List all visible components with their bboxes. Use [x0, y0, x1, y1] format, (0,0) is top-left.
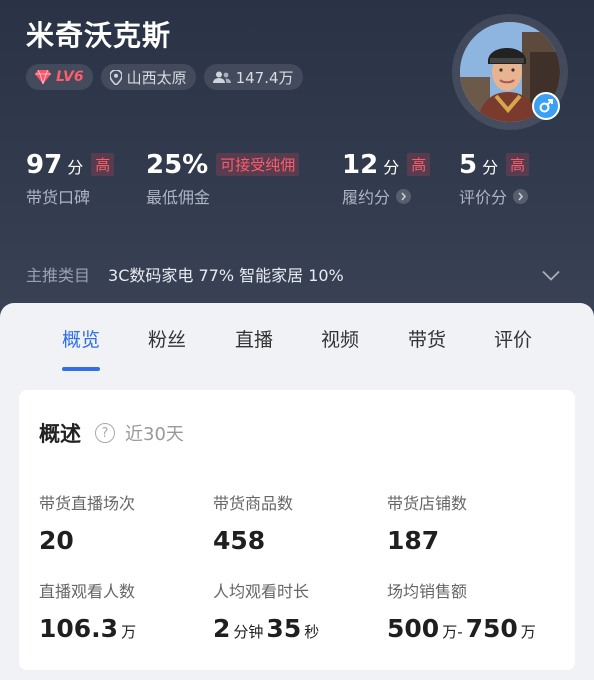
- tab-fans[interactable]: 粉丝: [137, 325, 197, 352]
- metric-live-viewers: 直播观看人数 106.3 万: [39, 578, 139, 643]
- tab-live[interactable]: 直播: [224, 325, 284, 352]
- male-gender-icon: [532, 92, 560, 120]
- metric-label: 人均观看时长: [213, 582, 310, 601]
- metric-value: 500: [387, 614, 440, 643]
- metric-avg-sales: 场均销售额 500 万- 750 万: [387, 578, 539, 643]
- location-text: 山西太原: [126, 68, 187, 87]
- stat-unit: 分: [482, 158, 499, 177]
- stat-label: 履约分: [342, 188, 391, 207]
- metric-label: 直播观看人数: [39, 582, 136, 601]
- main-category-row[interactable]: 主推类目 3C数码家电 77% 智能家居 10%: [26, 262, 568, 286]
- period-label: 近30天: [125, 424, 184, 445]
- tab-bar: 概览 粉丝 直播 视频 带货 评价: [0, 303, 594, 377]
- overview-header: 概述 ? 近30天: [39, 418, 184, 448]
- category-label: 主推类目: [26, 266, 91, 285]
- stat-commission: 25% 可接受纯佣 最低佣金: [146, 150, 300, 208]
- overview-card: 概述 ? 近30天 带货直播场次 20 带货商品数 458 带货店铺数 187 …: [19, 390, 575, 670]
- metric-unit: 万-: [442, 623, 463, 641]
- diamond-icon: [35, 70, 51, 84]
- chevron-right-icon[interactable]: [513, 188, 529, 204]
- category-value: 3C数码家电 77% 智能家居 10%: [108, 266, 344, 285]
- stat-rating[interactable]: 5分高 评价分: [459, 150, 530, 208]
- metric-store-count: 带货店铺数 187: [387, 490, 467, 555]
- metric-value: 2: [213, 614, 231, 643]
- stat-label: 带货口碑: [26, 188, 91, 207]
- stat-value: 25%: [146, 150, 209, 180]
- stat-badge: 可接受纯佣: [216, 153, 300, 176]
- tab-video[interactable]: 视频: [310, 325, 370, 352]
- stat-value: 12: [342, 150, 379, 180]
- metric-label: 带货店铺数: [387, 494, 468, 513]
- stat-value: 5: [459, 150, 478, 180]
- metric-value: 750: [465, 614, 518, 643]
- active-tab-indicator: [62, 367, 100, 371]
- level-badge[interactable]: LV6: [26, 64, 93, 90]
- stat-reputation: 97 分高 带货口碑: [26, 150, 115, 208]
- stat-fulfillment[interactable]: 12 分高 履约分: [342, 150, 431, 208]
- metric-live-sessions: 带货直播场次 20: [39, 490, 135, 555]
- stat-unit: 分: [383, 158, 400, 177]
- help-icon[interactable]: ?: [95, 423, 115, 443]
- location-pin-icon: [109, 69, 122, 85]
- stat-badge: 高: [407, 153, 431, 176]
- stat-label: 最低佣金: [146, 188, 211, 207]
- chevron-right-icon[interactable]: [396, 188, 412, 204]
- profile-header: 米奇沃克斯 LV6 山西太原 147.4万 97 分 高 带货口碑 25% 可接…: [0, 0, 594, 330]
- metric-unit: 万: [520, 623, 536, 641]
- stat-badge: 高: [506, 153, 530, 176]
- chevron-down-icon[interactable]: [542, 266, 560, 285]
- tab-sales[interactable]: 带货: [397, 325, 457, 352]
- streamer-name: 米奇沃克斯: [26, 19, 172, 52]
- metric-label: 带货直播场次: [39, 494, 136, 513]
- metric-unit: 分钟: [233, 623, 264, 641]
- metric-product-count: 带货商品数 458: [213, 490, 293, 555]
- avatar-ring[interactable]: [452, 14, 568, 130]
- tab-reviews[interactable]: 评价: [483, 325, 543, 352]
- level-text: LV6: [56, 69, 84, 85]
- metric-avg-watch-time: 人均观看时长 2 分钟 35 秒: [213, 578, 322, 643]
- stat-badge: 高: [91, 153, 115, 176]
- location-tag: 山西太原: [100, 64, 196, 90]
- stat-unit: 分: [67, 158, 84, 177]
- metric-label: 场均销售额: [387, 582, 468, 601]
- profile-tags: LV6 山西太原 147.4万: [26, 64, 303, 90]
- metric-value: 35: [266, 614, 302, 643]
- tab-overview[interactable]: 概览: [51, 325, 111, 352]
- content-panel: 概览 粉丝 直播 视频 带货 评价 概述 ? 近30天 带货直播场次 20 带货…: [0, 303, 594, 680]
- metric-unit: 万: [121, 623, 137, 641]
- followers-count: 147.4万: [235, 68, 294, 87]
- overview-title: 概述: [39, 422, 81, 446]
- metric-unit: 秒: [304, 623, 320, 641]
- followers-tag: 147.4万: [203, 64, 303, 90]
- metric-value: 20: [39, 526, 74, 555]
- stat-value: 97: [26, 150, 63, 180]
- stat-label: 评价分: [459, 188, 508, 207]
- users-icon: [212, 71, 231, 84]
- metric-label: 带货商品数: [213, 494, 294, 513]
- metric-value: 187: [387, 526, 440, 555]
- metric-value: 106.3: [39, 614, 119, 643]
- metric-value: 458: [213, 526, 266, 555]
